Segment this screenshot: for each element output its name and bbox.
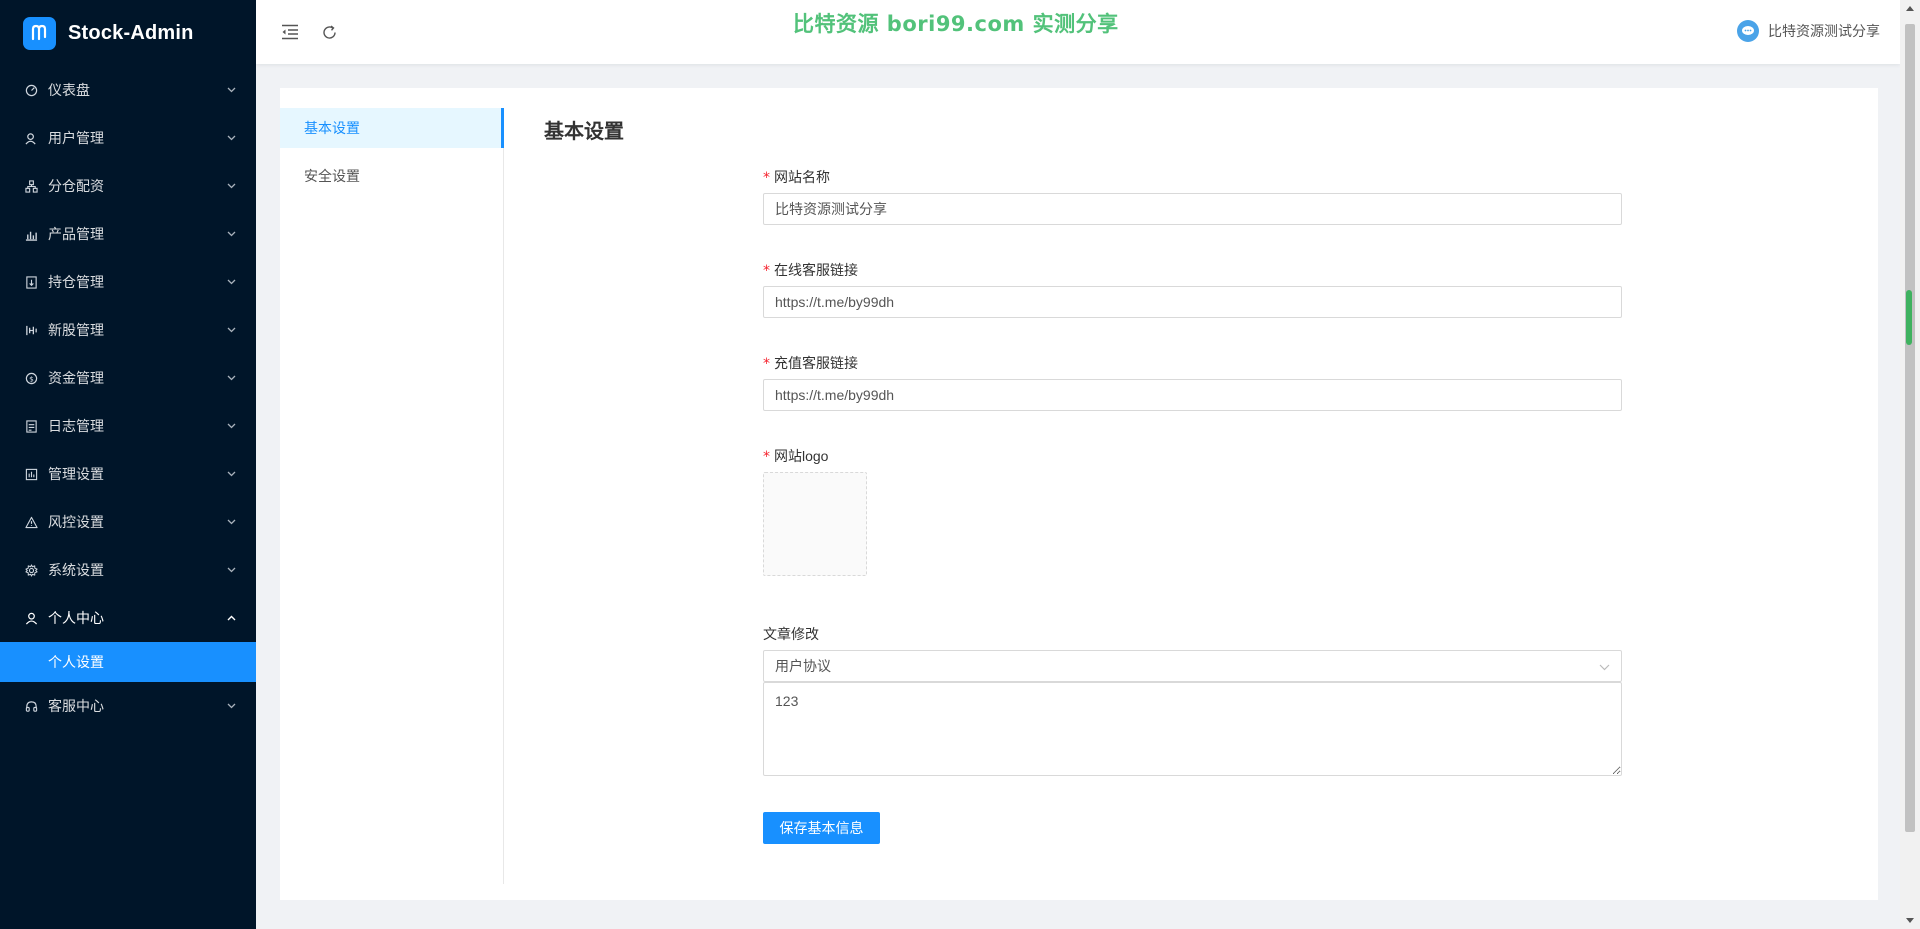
side-menu: 仪表盘 用户管理 分仓配资 产品管理 持仓管理 新股管理 $ 资金管理 日志管理…: [0, 66, 256, 730]
chevron-down-icon: [226, 325, 236, 335]
scroll-up-icon[interactable]: [1906, 6, 1914, 11]
settings-card: 基本设置 安全设置 基本设置 *网站名称 *在线客服链接 *充值客服链接 *网站…: [280, 88, 1878, 900]
required-mark: *: [763, 170, 770, 186]
money-icon: $: [24, 371, 38, 385]
sidebar-item-support[interactable]: 客服中心: [0, 682, 256, 730]
app-logo-icon: [23, 16, 56, 50]
chevron-down-icon: [226, 373, 236, 383]
required-mark: *: [763, 356, 770, 372]
scrollbar-thumb[interactable]: [1905, 24, 1915, 832]
log-icon: [24, 419, 38, 433]
site-name-label: * 网站名称: [763, 169, 830, 186]
sidebar-item-system[interactable]: 系统设置: [0, 546, 256, 594]
ipo-icon: [24, 323, 38, 337]
sidebar-item-logs[interactable]: 日志管理: [0, 402, 256, 450]
chevron-down-icon: [226, 229, 236, 239]
chevron-down-icon: [226, 701, 236, 711]
scroll-indicator: [1906, 290, 1912, 345]
sidebar-subitem-label: 个人设置: [48, 654, 104, 670]
recharge-service-input[interactable]: [763, 379, 1622, 411]
tab-label: 基本设置: [304, 120, 360, 136]
required-mark: *: [763, 263, 770, 279]
chevron-up-icon: [226, 613, 236, 623]
sidebar-item-label: 资金管理: [48, 370, 104, 386]
sidebar-item-risk[interactable]: 风控设置: [0, 498, 256, 546]
chevron-down-icon: [226, 277, 236, 287]
sidebar-item-label: 客服中心: [48, 698, 104, 714]
sidebar-item-label: 分仓配资: [48, 178, 104, 194]
tab-security-settings[interactable]: 安全设置: [280, 156, 503, 196]
position-icon: [24, 275, 38, 289]
app-title: Stock-Admin: [68, 21, 194, 44]
article-select-value: 用户协议: [775, 658, 831, 674]
sidebar-subitem-personal-settings[interactable]: 个人设置: [0, 642, 256, 682]
required-mark: *: [763, 449, 770, 465]
sidebar-item-funds[interactable]: $ 资金管理: [0, 354, 256, 402]
chevron-down-icon: [226, 517, 236, 527]
article-edit-label: 文章修改: [763, 626, 819, 642]
tab-basic-settings[interactable]: 基本设置: [280, 108, 504, 148]
user-name: 比特资源测试分享: [1768, 23, 1880, 39]
sidebar-item-label: 风控设置: [48, 514, 104, 530]
admin-settings-icon: [24, 467, 38, 481]
chevron-down-icon: [226, 133, 236, 143]
bar-chart-icon: [24, 227, 38, 241]
headset-icon: [24, 699, 38, 713]
recharge-service-label: * 充值客服链接: [763, 355, 858, 372]
online-service-label: * 在线客服链接: [763, 262, 858, 279]
settings-nav: 基本设置 安全设置: [280, 108, 504, 884]
logo-upload[interactable]: [763, 472, 867, 576]
tab-label: 安全设置: [304, 168, 360, 184]
online-service-input[interactable]: [763, 286, 1622, 318]
logo[interactable]: Stock-Admin: [0, 0, 256, 66]
chevron-down-icon: [226, 469, 236, 479]
sidebar-item-personal-center[interactable]: 个人中心: [0, 594, 256, 642]
scroll-down-icon[interactable]: [1906, 918, 1914, 923]
sidebar-item-admin-settings[interactable]: 管理设置: [0, 450, 256, 498]
sidebar: Stock-Admin 仪表盘 用户管理 分仓配资 产品管理 持仓管理 新股管理…: [0, 0, 256, 929]
sidebar-item-allocation[interactable]: 分仓配资: [0, 162, 256, 210]
sidebar-item-users[interactable]: 用户管理: [0, 114, 256, 162]
chevron-down-icon: [226, 181, 236, 191]
save-basic-info-button[interactable]: 保存基本信息: [763, 812, 880, 844]
watermark-text: 比特资源 bori99.com 实测分享: [793, 12, 1119, 36]
logo-label: * 网站logo: [763, 448, 829, 465]
refresh-icon[interactable]: [317, 20, 341, 44]
sidebar-item-label: 仪表盘: [48, 82, 90, 98]
sidebar-item-ipo[interactable]: 新股管理: [0, 306, 256, 354]
user-manage-icon: [24, 131, 38, 145]
article-select[interactable]: 用户协议: [763, 650, 1622, 682]
sidebar-item-label: 产品管理: [48, 226, 104, 242]
chevron-down-icon: [226, 421, 236, 431]
sidebar-item-label: 持仓管理: [48, 274, 104, 290]
dashboard-icon: [24, 83, 38, 97]
article-content-textarea[interactable]: 123: [763, 682, 1622, 776]
svg-text:$: $: [29, 374, 34, 383]
sidebar-item-label: 系统设置: [48, 562, 104, 578]
page-scrollbar[interactable]: [1900, 0, 1920, 929]
sidebar-item-label: 个人中心: [48, 610, 104, 626]
org-chart-icon: [24, 179, 38, 193]
sidebar-item-positions[interactable]: 持仓管理: [0, 258, 256, 306]
sidebar-item-label: 用户管理: [48, 130, 104, 146]
chevron-down-icon: [226, 85, 236, 95]
chevron-down-icon: [1599, 658, 1610, 674]
sidebar-item-dashboard[interactable]: 仪表盘: [0, 66, 256, 114]
sidebar-item-products[interactable]: 产品管理: [0, 210, 256, 258]
sidebar-item-label: 新股管理: [48, 322, 104, 338]
gear-icon: [24, 563, 38, 577]
page-title: 基本设置: [544, 121, 624, 143]
person-icon: [24, 611, 38, 625]
menu-fold-icon[interactable]: [278, 20, 302, 44]
site-name-input[interactable]: [763, 193, 1622, 225]
avatar: [1737, 20, 1759, 42]
sidebar-item-label: 管理设置: [48, 466, 104, 482]
chevron-down-icon: [226, 565, 236, 575]
top-header: 比特资源 bori99.com 实测分享 比特资源测试分享: [256, 0, 1900, 64]
user-menu[interactable]: 比特资源测试分享: [1737, 20, 1880, 42]
sidebar-item-label: 日志管理: [48, 418, 104, 434]
warning-icon: [24, 515, 38, 529]
